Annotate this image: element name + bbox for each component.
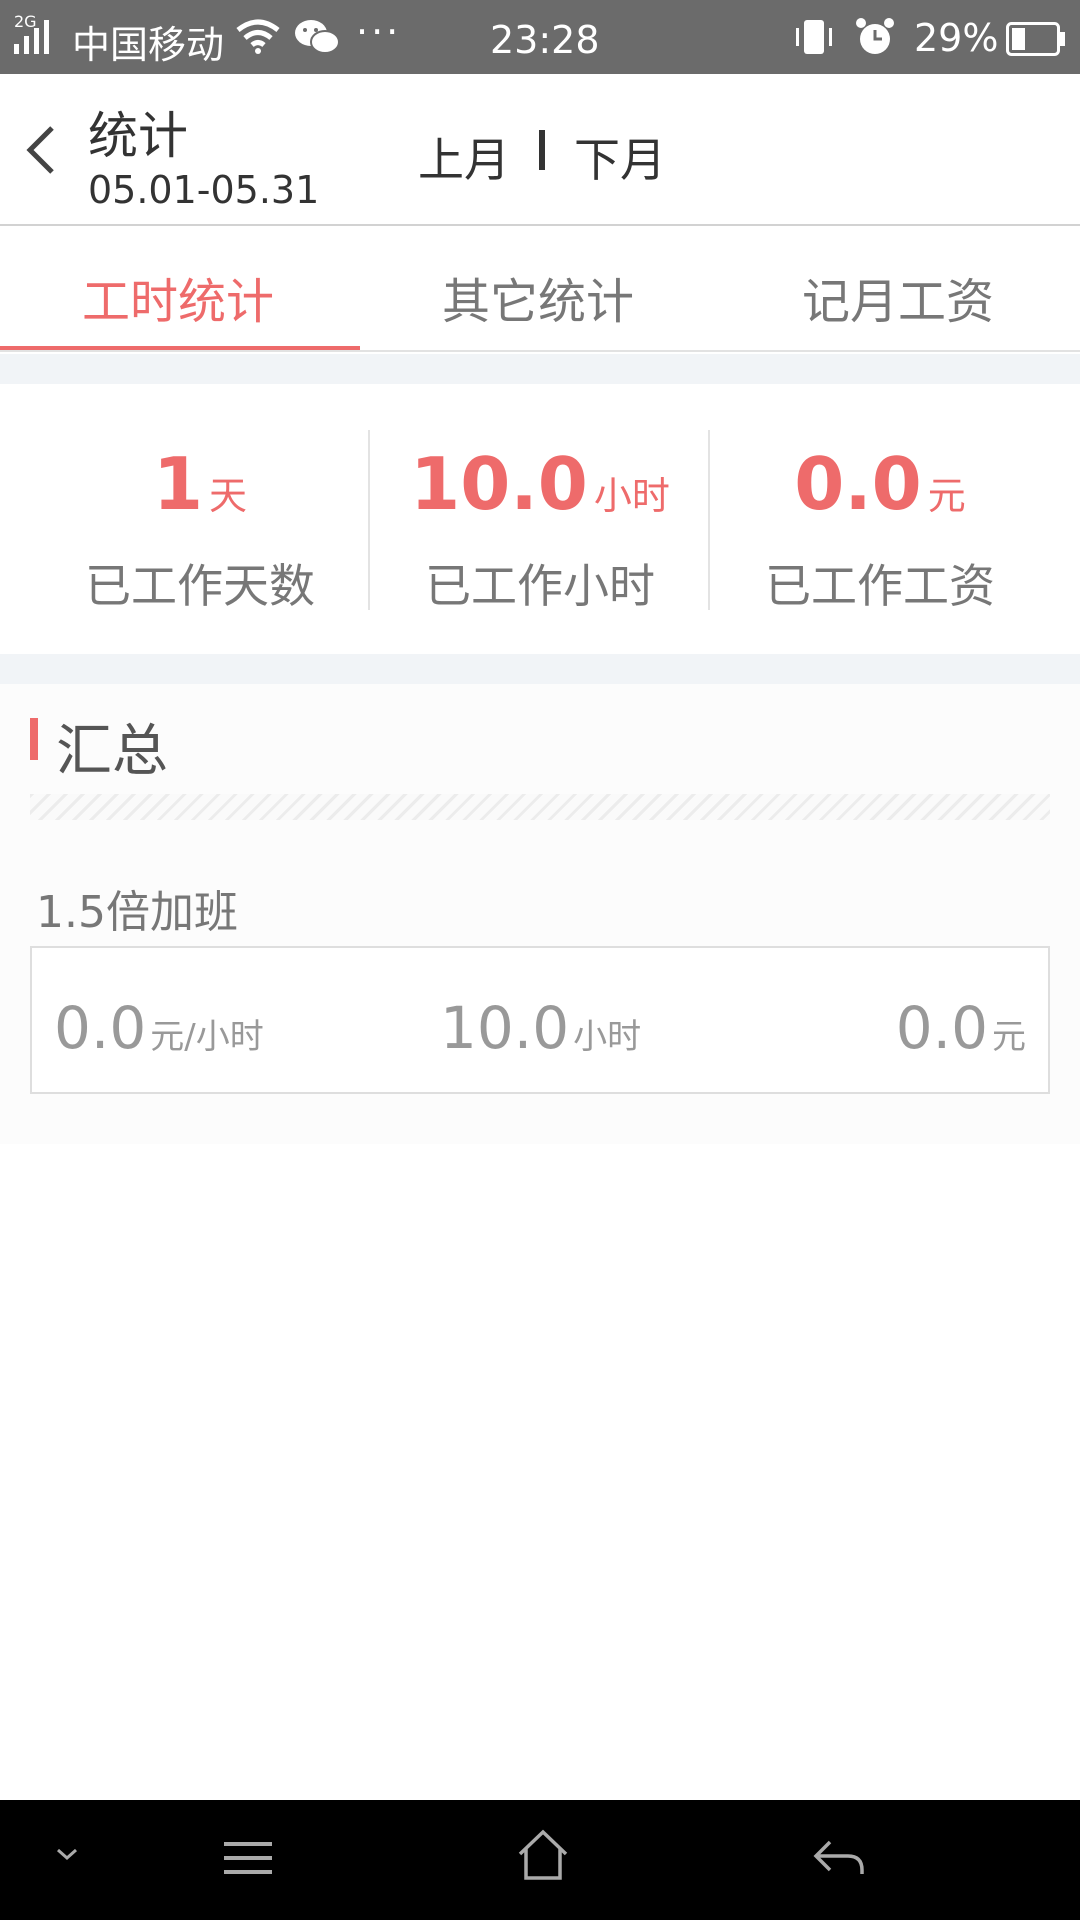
stat-number: 1: [152, 442, 204, 526]
stat-label: 已工作小时: [425, 559, 655, 613]
stat-label: 已工作天数: [85, 559, 315, 613]
back-arrow-icon[interactable]: [812, 1836, 866, 1880]
battery-icon: [1006, 22, 1065, 56]
battery-percent: 29%: [914, 16, 999, 60]
stat-number: 0.0: [794, 442, 922, 526]
clock: 23:28: [490, 18, 600, 62]
app-header: 统计 05.01-05.31 上月 下月: [0, 74, 1080, 226]
stat-hours-worked: 10.0 小时 已工作小时: [370, 384, 710, 654]
chevron-down-icon[interactable]: [54, 1844, 80, 1864]
tab-bar: 工时统计 其它统计 记月工资: [0, 228, 1080, 352]
overtime-hours-value: 10.0: [440, 994, 570, 1062]
stat-value: 10.0 小时: [370, 442, 710, 526]
stat-value: 0.0 元: [710, 442, 1050, 526]
section-marker: [30, 718, 38, 760]
stat-unit: 天: [209, 474, 248, 518]
stat-label: 已工作工资: [765, 559, 995, 613]
stat-value: 1天: [30, 442, 370, 526]
back-icon[interactable]: [22, 124, 62, 176]
prev-month-button[interactable]: 上月: [418, 124, 510, 190]
signal-icon: [14, 20, 49, 54]
summary-title: 汇总: [56, 719, 168, 784]
next-month-button[interactable]: 下月: [574, 124, 666, 190]
alarm-icon: [856, 18, 894, 54]
status-bar: 2G 中国移动 ··· 23:28 29%: [0, 0, 1080, 74]
stat-unit: 小时: [593, 474, 670, 518]
page-title: 统计: [88, 107, 188, 165]
carrier-name: 中国移动: [72, 23, 225, 67]
active-tab-indicator: [0, 346, 360, 350]
stats-row: 1天 已工作天数 10.0 小时 已工作小时 0.0 元 已工作工资: [0, 384, 1080, 654]
overtime-amount-unit: 元: [992, 1017, 1026, 1057]
section-gap: [0, 654, 1080, 684]
overtime-hours-unit: 小时: [573, 1017, 642, 1057]
wechat-icon: [295, 20, 340, 54]
overtime-amount-value: 0.0: [895, 994, 988, 1062]
overtime-rate-value: 0.0: [54, 994, 147, 1062]
overtime-rate-unit: 元/小时: [150, 1017, 264, 1057]
tab-monthly-wage[interactable]: 记月工资: [802, 262, 994, 332]
month-divider: [539, 130, 545, 170]
summary-section: 汇总 1.5倍加班 0.0 元/小时 10.0 小时 0.0 元: [0, 684, 1080, 1144]
overtime-rate: 0.0 元/小时: [54, 994, 264, 1062]
tab-work-hours[interactable]: 工时统计: [82, 262, 274, 332]
system-nav-bar: [0, 1800, 1080, 1920]
date-range: 05.01-05.31: [88, 168, 320, 212]
stat-unit: 元: [927, 474, 966, 518]
vibrate-icon: [796, 20, 832, 54]
overtime-label: 1.5倍加班: [36, 887, 238, 938]
stat-days-worked: 1天 已工作天数: [30, 384, 370, 654]
stat-number: 10.0: [410, 442, 588, 526]
wifi-icon: [236, 19, 280, 54]
tab-other-stats[interactable]: 其它统计: [442, 262, 634, 332]
overtime-card[interactable]: 0.0 元/小时 10.0 小时 0.0 元: [30, 946, 1050, 1094]
home-icon[interactable]: [516, 1828, 570, 1882]
overtime-hours: 10.0 小时: [440, 994, 641, 1062]
section-gap: [0, 354, 1080, 384]
overtime-amount: 0.0 元: [896, 994, 1026, 1062]
stat-wage-earned: 0.0 元 已工作工资: [710, 384, 1050, 654]
hatched-divider: [30, 794, 1050, 820]
more-notifications: ···: [356, 10, 402, 54]
menu-icon[interactable]: [222, 1836, 274, 1880]
